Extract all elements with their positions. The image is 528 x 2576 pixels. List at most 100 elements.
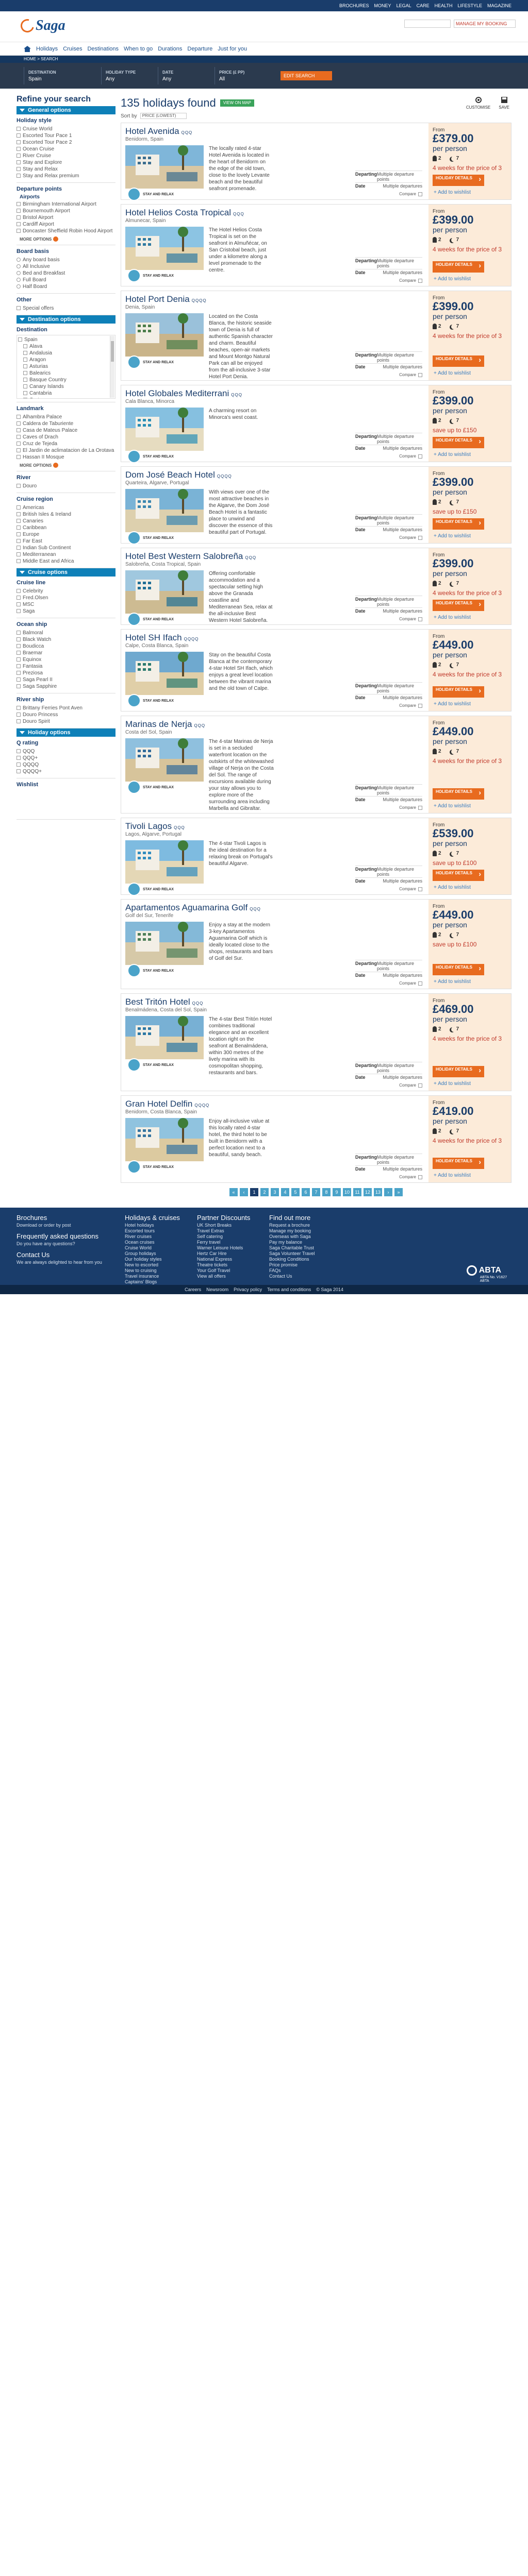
checkbox[interactable] xyxy=(16,133,21,138)
nav-item[interactable]: Holidays xyxy=(36,46,58,52)
section-header[interactable]: Cruise options xyxy=(16,568,116,577)
hotel-name-link[interactable]: Gran Hotel Delfin xyxy=(125,1099,192,1109)
compare-control[interactable]: Compare xyxy=(399,535,422,540)
compare-control[interactable]: Compare xyxy=(399,192,422,196)
footer-link[interactable]: Price promise xyxy=(269,1262,341,1268)
filter-option[interactable]: Caldera de Taburiente xyxy=(16,420,116,427)
checkbox[interactable] xyxy=(16,127,21,131)
checkbox[interactable] xyxy=(16,671,21,675)
filter-option[interactable]: Ocean Cruise xyxy=(16,146,116,152)
checkbox[interactable] xyxy=(16,552,21,556)
filter-option[interactable]: Indian Sub Continent xyxy=(16,545,116,551)
filter-option[interactable]: Balearics xyxy=(18,370,108,377)
add-to-wishlist-link[interactable]: + Add to wishlist xyxy=(434,1081,471,1087)
scrollbar[interactable] xyxy=(110,336,114,398)
more-options-link[interactable]: More options xyxy=(20,463,116,468)
filter-option[interactable]: Far East xyxy=(16,538,116,545)
checkbox[interactable] xyxy=(16,749,21,753)
section-header[interactable]: Holiday options xyxy=(16,728,116,737)
holiday-details-button[interactable]: Holiday details xyxy=(433,1158,484,1169)
footer-link[interactable]: Self catering xyxy=(197,1234,269,1240)
checkbox[interactable] xyxy=(16,147,21,151)
section-header[interactable]: Destination options xyxy=(16,315,116,324)
filter-option[interactable]: Doncaster Sheffield Robin Hood Airport xyxy=(16,228,116,234)
add-to-wishlist-link[interactable]: + Add to wishlist xyxy=(434,615,471,620)
legal-link[interactable]: Newsroom xyxy=(206,1285,228,1294)
filter-option[interactable]: Bournemouth Airport xyxy=(16,208,116,214)
filter-option[interactable]: Cruise World xyxy=(16,126,116,132)
hotel-name-link[interactable]: Hotel Globales Mediterrani xyxy=(125,388,229,399)
checkbox[interactable] xyxy=(16,202,21,206)
filter-option[interactable]: Spain xyxy=(18,336,108,343)
checkbox[interactable] xyxy=(16,637,21,641)
search-field[interactable]: Destination Spain xyxy=(24,67,101,84)
page-link[interactable]: 4 xyxy=(281,1188,289,1196)
filter-option[interactable]: Saga xyxy=(16,608,116,615)
hotel-name-link[interactable]: Best Tritón Hotel xyxy=(125,997,190,1007)
footer-link[interactable]: New to cruising xyxy=(125,1268,197,1274)
hotel-photo[interactable]: Stay and relax xyxy=(125,652,204,707)
filter-option[interactable]: River Cruise xyxy=(16,152,116,159)
checkbox[interactable] xyxy=(16,306,21,310)
footer-link[interactable]: Contact Us xyxy=(269,1274,341,1279)
view-on-map-button[interactable]: View on map xyxy=(220,99,254,107)
section-header[interactable]: General options xyxy=(16,106,116,114)
compare-checkbox[interactable] xyxy=(418,535,422,540)
footer-link[interactable]: National Express xyxy=(197,1257,269,1262)
checkbox[interactable] xyxy=(16,519,21,523)
holiday-details-button[interactable]: Holiday details xyxy=(433,964,484,975)
faq-link[interactable]: Frequently asked questions Do you have an… xyxy=(16,1232,125,1247)
home-icon[interactable] xyxy=(24,46,31,52)
footer-link[interactable]: New to escorted xyxy=(125,1262,197,1268)
checkbox[interactable] xyxy=(23,371,27,375)
checkbox[interactable] xyxy=(16,215,21,219)
filter-option[interactable]: Preziosa xyxy=(16,670,116,676)
footer-link[interactable]: View all offers xyxy=(197,1274,269,1279)
filter-option[interactable]: Alava xyxy=(18,343,108,350)
page-link[interactable]: 7 xyxy=(312,1188,320,1196)
nav-item[interactable]: Just for you xyxy=(218,46,247,52)
checkbox[interactable] xyxy=(16,602,21,606)
filter-option[interactable]: Half Board xyxy=(16,283,116,290)
checkbox[interactable] xyxy=(16,435,21,439)
checkbox[interactable] xyxy=(16,532,21,536)
compare-control[interactable]: Compare xyxy=(399,372,422,377)
filter-option[interactable]: Asturias xyxy=(18,363,108,370)
hotel-name-link[interactable]: Hotel Helios Costa Tropical xyxy=(125,208,231,218)
checkbox[interactable] xyxy=(16,539,21,543)
search-field[interactable]: Holiday type Any xyxy=(101,67,158,84)
topbar-link[interactable]: Brochures xyxy=(339,3,369,8)
compare-control[interactable]: Compare xyxy=(399,1083,422,1088)
nav-item[interactable]: When to go xyxy=(124,46,153,52)
checkbox[interactable] xyxy=(16,174,21,178)
filter-option[interactable]: Bed and Breakfast xyxy=(16,270,116,277)
filter-option[interactable]: Caves of Drach xyxy=(16,434,116,440)
footer-link[interactable]: Request a brochure xyxy=(269,1223,341,1228)
filter-option[interactable]: Canary Islands xyxy=(18,383,108,390)
filter-option[interactable]: Stay and Explore xyxy=(16,159,116,166)
filter-option[interactable]: Aragon xyxy=(18,357,108,363)
topbar-link[interactable]: Money xyxy=(374,3,391,8)
filter-option[interactable]: Bristol Airport xyxy=(16,214,116,221)
filter-option[interactable]: Alhambra Palace xyxy=(16,414,116,420)
radio-button[interactable] xyxy=(16,284,21,289)
hotel-name-link[interactable]: Tivoli Lagos xyxy=(125,821,172,832)
topbar-link[interactable]: Health xyxy=(435,3,453,8)
filter-option[interactable]: Casa de Mateus Palace xyxy=(16,427,116,434)
customise-button[interactable]: Customise xyxy=(466,96,490,110)
holiday-details-button[interactable]: Holiday details xyxy=(433,788,484,800)
checkbox[interactable] xyxy=(16,596,21,600)
filter-option[interactable]: Full Board xyxy=(16,277,116,283)
add-to-wishlist-link[interactable]: + Add to wishlist xyxy=(434,979,471,985)
filter-option[interactable]: Douro Spirit xyxy=(16,718,116,725)
filter-option[interactable]: Andalusia xyxy=(18,350,108,357)
checkbox[interactable] xyxy=(18,337,22,342)
topbar-link[interactable]: Lifestyle xyxy=(457,3,482,8)
checkbox[interactable] xyxy=(16,609,21,613)
footer-link[interactable]: Your Golf Travel xyxy=(197,1268,269,1274)
sort-select[interactable]: Price (lowest) xyxy=(140,113,187,119)
manage-booking-link[interactable]: Manage my booking xyxy=(454,20,516,28)
nav-item[interactable]: Destinations xyxy=(87,46,119,52)
checkbox[interactable] xyxy=(16,222,21,226)
hotel-photo[interactable]: Stay and relax xyxy=(125,922,204,977)
